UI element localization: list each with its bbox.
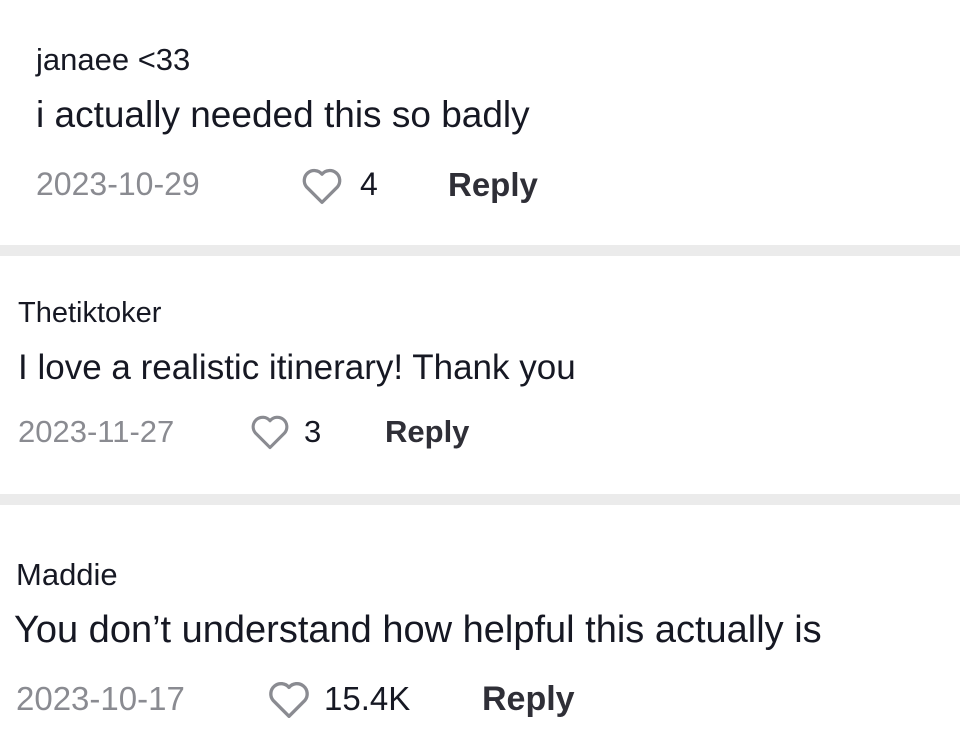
reply-button[interactable]: Reply xyxy=(482,682,575,716)
heart-outline-icon[interactable] xyxy=(300,166,344,206)
divider xyxy=(0,245,960,256)
comment-text: i actually needed this so badly xyxy=(36,94,530,135)
comment-date: 2023-11-27 xyxy=(18,414,175,449)
heart-outline-icon[interactable] xyxy=(249,413,291,451)
heart-outline-icon[interactable] xyxy=(266,679,312,720)
like-count: 15.4K xyxy=(324,680,411,717)
comment-date: 2023-10-29 xyxy=(36,166,200,202)
comment-username[interactable]: Thetiktoker xyxy=(18,299,161,328)
comment-username[interactable]: Maddie xyxy=(16,559,118,590)
comment-text: You don’t understand how helpful this ac… xyxy=(14,609,822,651)
comment-username[interactable]: janaee <33 xyxy=(36,44,190,75)
comment-date: 2023-10-17 xyxy=(16,680,185,717)
divider xyxy=(0,494,960,505)
like-count: 3 xyxy=(304,414,322,449)
reply-button[interactable]: Reply xyxy=(448,168,538,201)
like-count: 4 xyxy=(360,166,378,202)
comment-text: I love a realistic itinerary! Thank you xyxy=(18,348,576,387)
reply-button[interactable]: Reply xyxy=(385,416,469,447)
